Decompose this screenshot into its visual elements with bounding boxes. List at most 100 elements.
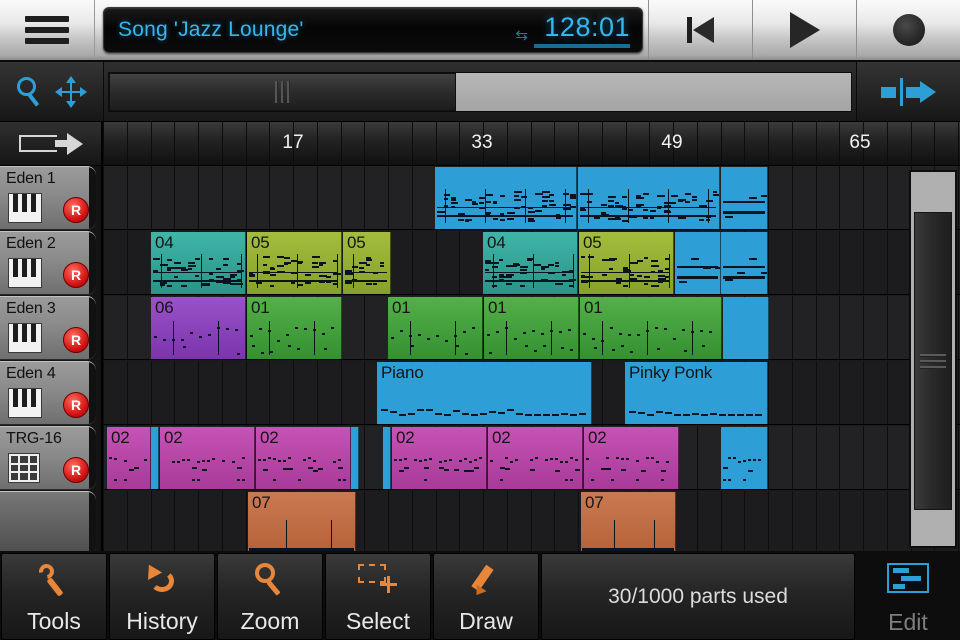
track-color-stripe	[89, 427, 96, 489]
keyboard-icon	[8, 388, 42, 418]
record-arm-button[interactable]: R	[63, 327, 89, 353]
draw-button[interactable]: Draw	[433, 553, 539, 640]
clip[interactable]: 01	[484, 297, 579, 359]
clip[interactable]	[721, 167, 768, 229]
draw-label: Draw	[459, 608, 513, 634]
grid-line	[364, 296, 366, 359]
clip[interactable]	[383, 427, 391, 489]
grid-line	[839, 166, 841, 229]
clip[interactable]: 07	[581, 492, 676, 551]
marquee-select-icon	[358, 562, 398, 598]
grid-line	[696, 491, 698, 551]
menu-button[interactable]	[0, 0, 95, 60]
grid-line	[126, 231, 128, 294]
ruler-tick	[578, 122, 579, 165]
track-header-eden-4[interactable]: Eden 4 R	[0, 361, 96, 425]
zoom-button[interactable]: Zoom	[217, 553, 323, 640]
clip[interactable]: 05	[247, 232, 342, 294]
clip[interactable]: 05	[343, 232, 391, 294]
clip[interactable]	[675, 232, 721, 294]
zoom-move-button[interactable]	[0, 62, 104, 121]
clip[interactable]: 05	[579, 232, 674, 294]
clip-label: 05	[251, 233, 270, 252]
grid-line	[103, 426, 104, 489]
clip[interactable]: 02	[256, 427, 351, 489]
grid-line	[958, 166, 959, 229]
grid-line	[886, 426, 888, 489]
horizontal-scrollbar[interactable]	[108, 71, 852, 112]
grid-line	[316, 166, 318, 229]
track-color-stripe	[89, 492, 96, 554]
record-arm-button[interactable]: R	[63, 262, 89, 288]
track-lane[interactable]	[103, 491, 960, 551]
clip[interactable]	[578, 167, 720, 229]
record-arm-button[interactable]: R	[63, 457, 89, 483]
clip[interactable]: 02	[392, 427, 487, 489]
select-button[interactable]: Select	[325, 553, 431, 640]
vertical-scroll-thumb[interactable]	[914, 212, 952, 510]
track-color-stripe	[89, 362, 96, 424]
track-color-stripe	[89, 167, 96, 229]
vertical-scrollbar[interactable]	[909, 170, 957, 548]
arrange-grid[interactable]: 04 05 05 04 05 06 01 01 01 01 Piano Pinky Ponk 02 02 0…	[103, 166, 960, 551]
jump-to-end-button[interactable]	[856, 62, 960, 121]
clip[interactable]: 01	[580, 297, 722, 359]
clip[interactable]: 02	[160, 427, 255, 489]
clip[interactable]: 04	[151, 232, 246, 294]
grid-line	[126, 491, 128, 551]
undo-arrow-icon	[141, 561, 180, 598]
record-arm-button[interactable]: R	[63, 392, 89, 418]
ruler-tick	[601, 122, 603, 165]
loop-region-arrow-icon	[18, 132, 83, 155]
grid-line	[340, 361, 342, 424]
clip-label: 01	[488, 298, 507, 317]
clip[interactable]: 02	[584, 427, 679, 489]
clip[interactable]: Pinky Ponk	[625, 362, 768, 424]
clip[interactable]: 04	[483, 232, 578, 294]
grid-line	[791, 231, 793, 294]
grid-line	[506, 491, 508, 551]
horizontal-scroll-thumb[interactable]	[109, 72, 456, 111]
keyboard-icon	[8, 193, 42, 223]
clip-label: 02	[588, 428, 607, 447]
clip-label: 04	[155, 233, 174, 252]
grid-line	[863, 361, 864, 424]
record-icon	[892, 14, 925, 46]
play-button[interactable]	[752, 0, 856, 60]
timeline-ruler[interactable]: 17 33 49 65	[103, 122, 960, 166]
clip[interactable]: 02	[107, 427, 151, 489]
track-header-trg-16[interactable]: TRG-16 R	[0, 426, 96, 490]
clip[interactable]	[721, 232, 768, 294]
track-header-empty[interactable]	[0, 491, 96, 555]
track-header-eden-1[interactable]: Eden 1 R	[0, 166, 96, 230]
clip-label: 05	[347, 233, 366, 252]
clip[interactable]	[151, 427, 159, 489]
grid-line	[815, 491, 817, 551]
ruler-tick	[245, 122, 247, 165]
clip[interactable]	[723, 297, 769, 359]
ruler-tick	[625, 122, 627, 165]
clip[interactable]	[721, 427, 768, 489]
record-button[interactable]	[856, 0, 960, 60]
tools-button[interactable]: Tools	[1, 553, 107, 640]
clip[interactable]: 01	[247, 297, 342, 359]
loop-region-button[interactable]	[0, 122, 103, 166]
rewind-button[interactable]	[648, 0, 752, 60]
track-color-stripe	[89, 232, 96, 294]
history-button[interactable]: History	[109, 553, 215, 640]
clip[interactable]: 07	[248, 492, 356, 551]
clip[interactable]	[351, 427, 359, 489]
grid-line	[103, 491, 104, 551]
edit-button[interactable]: Edit	[856, 553, 960, 640]
song-display[interactable]: Song 'Jazz Lounge' ⇆ 128:01	[103, 7, 643, 53]
clip[interactable]: 06	[151, 297, 246, 359]
track-header-eden-3[interactable]: Eden 3 R	[0, 296, 96, 360]
clip[interactable]: 02	[488, 427, 583, 489]
clip[interactable]: Piano	[377, 362, 592, 424]
clip[interactable]	[435, 167, 577, 229]
clip[interactable]: 01	[388, 297, 483, 359]
loop-icon[interactable]: ⇆	[515, 28, 528, 43]
record-arm-button[interactable]: R	[63, 197, 89, 223]
track-header-eden-2[interactable]: Eden 2 R	[0, 231, 96, 295]
timecode-display: 128:01	[544, 11, 630, 42]
